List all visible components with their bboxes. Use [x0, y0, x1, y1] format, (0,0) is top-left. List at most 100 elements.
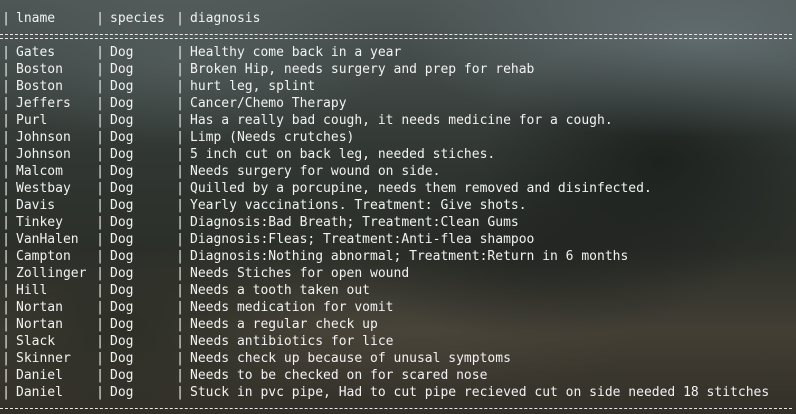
column-separator: |: [176, 300, 184, 315]
lname-cell: Johnson: [16, 130, 71, 145]
column-separator: |: [176, 283, 184, 298]
lname-cell: Malcom: [16, 164, 63, 179]
diagnosis-cell: Needs a tooth taken out: [190, 283, 371, 298]
species-cell: Dog: [110, 215, 134, 230]
diagnosis-cell: Needs to be checked on for scared nose: [190, 368, 488, 383]
column-separator: |: [176, 385, 184, 400]
species-cell: Dog: [110, 79, 134, 94]
species-cell: Dog: [110, 130, 134, 145]
species-cell: Dog: [110, 300, 134, 315]
lname-cell: Skinner: [16, 351, 71, 366]
diagnosis-cell: Needs medication for vomit: [190, 300, 394, 315]
column-separator: |: [96, 368, 104, 383]
column-separator: |: [176, 147, 184, 162]
header-diagnosis: diagnosis: [190, 11, 261, 26]
column-separator: |: [96, 317, 104, 332]
diagnosis-cell: Stuck in pvc pipe, Had to cut pipe recie…: [190, 385, 770, 400]
diagnosis-cell: Needs surgery for wound on side.: [190, 164, 441, 179]
column-separator: |: [2, 62, 10, 77]
column-separator: |: [2, 317, 10, 332]
column-separator: |: [96, 385, 104, 400]
column-separator: |: [176, 351, 184, 366]
column-separator: |: [176, 181, 184, 196]
column-separator: |: [96, 283, 104, 298]
species-cell: Dog: [110, 62, 134, 77]
lname-cell: Nortan: [16, 317, 63, 332]
column-separator: |: [96, 300, 104, 315]
header-bottom-rule: [0, 38, 792, 39]
terminal-output[interactable]: | lname | species | diagnosis | | | Gates Do…: [0, 0, 796, 414]
column-separator: |: [176, 62, 184, 77]
diagnosis-cell: Has a really bad cough, it needs medicin…: [190, 113, 613, 128]
diagnosis-cell: Needs Stiches for open wound: [190, 266, 410, 281]
diagnosis-cell: Healthy come back in a year: [190, 45, 402, 60]
column-separator: |: [96, 130, 104, 145]
column-separator: |: [96, 351, 104, 366]
species-cell: Dog: [110, 368, 134, 383]
column-separator: |: [2, 232, 10, 247]
table-bottom-rule: [0, 408, 792, 409]
column-separator: |: [96, 232, 104, 247]
column-separator: |: [176, 79, 184, 94]
diagnosis-cell: Limp (Needs crutches): [190, 130, 355, 145]
column-separator: |: [96, 79, 104, 94]
column-separator: |: [2, 368, 10, 383]
column-separator: |: [2, 79, 10, 94]
column-separator: |: [2, 130, 10, 145]
column-separator: |: [176, 45, 184, 60]
diagnosis-cell: Broken Hip, needs surgery and prep for r…: [190, 62, 535, 77]
column-separator: |: [2, 334, 10, 349]
column-separator: |: [176, 232, 184, 247]
column-separator: |: [176, 96, 184, 111]
species-cell: Dog: [110, 113, 134, 128]
column-separator: |: [96, 198, 104, 213]
table-header-row: | lname | species | diagnosis: [2, 10, 260, 27]
species-cell: Dog: [110, 164, 134, 179]
lname-cell: Gates: [16, 45, 56, 60]
column-separator: |: [96, 181, 104, 196]
diagnosis-cell: Diagnosis:Fleas; Treatment:Anti-flea sha…: [190, 232, 535, 247]
lname-cell: Slack: [16, 334, 56, 349]
column-separator: |: [2, 147, 10, 162]
species-cell: Dog: [110, 266, 134, 281]
species-cell: Dog: [110, 385, 134, 400]
diagnosis-cell: Needs antibiotics for lice: [190, 334, 394, 349]
lname-cell: Jeffers: [16, 96, 71, 111]
species-cell: Dog: [110, 181, 134, 196]
species-cell: Dog: [110, 351, 134, 366]
column-separator: |: [2, 45, 10, 60]
diagnosis-cell: Cancer/Chemo Therapy: [190, 96, 347, 111]
lname-cell: Boston: [16, 79, 63, 94]
species-cell: Dog: [110, 249, 134, 264]
diagnosis-cell: Diagnosis:Nothing abnormal; Treatment:Re…: [190, 249, 629, 264]
lname-cell: Hill: [16, 283, 48, 298]
diagnosis-cell: Diagnosis:Bad Breath; Treatment:Clean Gu…: [190, 215, 519, 230]
column-separator: |: [2, 300, 10, 315]
column-separator: |: [96, 45, 104, 60]
species-cell: Dog: [110, 45, 134, 60]
lname-cell: Campton: [16, 249, 71, 264]
lname-cell: Daniel: [16, 368, 63, 383]
column-separator: |: [2, 249, 10, 264]
column-separator: |: [2, 181, 10, 196]
column-separator: |: [96, 249, 104, 264]
lname-cell: Davis: [16, 198, 56, 213]
column-separator: |: [96, 62, 104, 77]
column-separator: |: [2, 283, 10, 298]
column-separator: |: [2, 164, 10, 179]
column-separator: |: [96, 266, 104, 281]
column-separator: |: [2, 11, 10, 26]
species-cell: Dog: [110, 283, 134, 298]
column-separator: |: [2, 266, 10, 281]
column-separator: |: [176, 130, 184, 145]
column-separator: |: [176, 368, 184, 383]
diagnosis-cell: Quilled by a porcupine, needs them remov…: [190, 181, 652, 196]
diagnosis-cell: hurt leg, splint: [190, 79, 316, 94]
lname-cell: Purl: [16, 113, 48, 128]
diagnosis-cell: 5 inch cut on back leg, needed stiches.: [190, 147, 496, 162]
header-species: species: [110, 11, 165, 26]
diagnosis-cell: Yearly vaccinations. Treatment: Give sho…: [190, 198, 527, 213]
column-separator: |: [96, 96, 104, 111]
column-separator: |: [176, 266, 184, 281]
column-separator: |: [176, 164, 184, 179]
